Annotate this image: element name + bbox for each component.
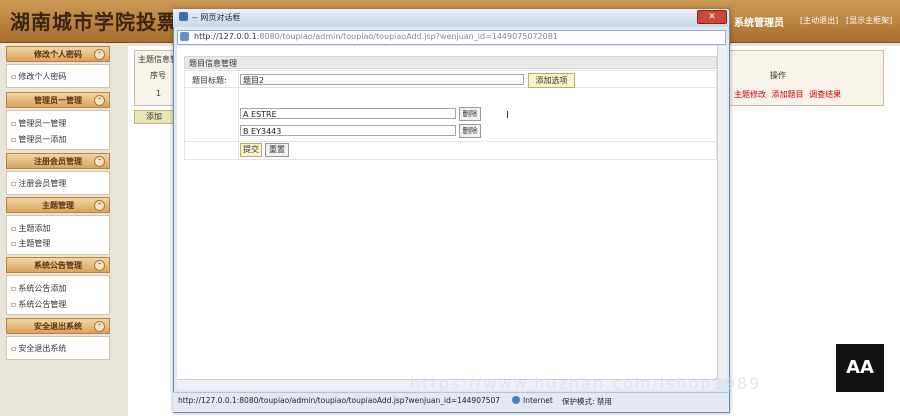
table-row-seq: 1 — [156, 89, 162, 98]
sidebar: 修改个人密码 ⌃ 修改个人密码 管理员一管理 ⌃ 管理员一管理 管理员一添加 注… — [6, 46, 110, 416]
sidebar-section-admin[interactable]: 管理员一管理 ⌃ — [6, 92, 110, 108]
chevron-up-icon[interactable]: ⌃ — [94, 49, 105, 60]
sidebar-section-title: 安全退出系统 — [34, 322, 82, 331]
sidebar-section-title: 主题管理 — [42, 201, 74, 210]
ie-page-icon — [179, 12, 188, 21]
option-input-a[interactable]: A ESTRE — [240, 108, 456, 119]
sidebar-section-body: 管理员一管理 管理员一添加 — [6, 110, 110, 150]
form-column-divider — [238, 70, 239, 160]
address-path: :8080/toupiao/admin/toupiao/toupiaoAdd.j… — [256, 32, 558, 41]
submit-button[interactable]: 提交 — [240, 143, 262, 157]
breadcrumb: 主题信息管 — [138, 55, 178, 64]
role-label: 系统管理员 — [734, 18, 784, 29]
add-question-link[interactable]: 添加题目 — [772, 90, 804, 99]
chevron-up-icon[interactable]: ⌃ — [94, 321, 105, 332]
logout-link[interactable]: [主动退出] — [800, 15, 838, 26]
question-title-label: 题目标题: — [192, 76, 227, 85]
sidebar-section-title: 修改个人密码 — [34, 50, 82, 59]
dialog-titlebar[interactable] — [173, 9, 728, 27]
sidebar-section-title: 管理员一管理 — [34, 96, 82, 105]
sidebar-section-members[interactable]: 注册会员管理 ⌃ — [6, 153, 110, 169]
sidebar-item-change-password[interactable]: 修改个人密码 — [11, 71, 66, 82]
page-icon — [180, 32, 189, 41]
site-title: 湖南城市学院投票系 — [10, 10, 199, 34]
dialog-title: -- 网页对话框 — [192, 13, 241, 22]
status-zone: Internet — [523, 396, 553, 405]
sidebar-item-safe-exit[interactable]: 安全退出系统 — [11, 343, 66, 354]
address-host: http://127.0.0.1 — [194, 32, 257, 41]
address-url: http://127.0.0.1:8080/toupiao/admin/toup… — [194, 32, 558, 41]
chevron-up-icon[interactable]: ⌃ — [94, 156, 105, 167]
sidebar-section-title: 注册会员管理 — [34, 157, 82, 166]
delete-option-b-button[interactable]: 删除 — [459, 124, 481, 138]
text-cursor-icon: I — [506, 110, 509, 121]
sidebar-section-body: 修改个人密码 — [6, 64, 110, 88]
sidebar-item-members-manage[interactable]: 注册会员管理 — [11, 178, 66, 189]
add-topic-button[interactable]: 添加 — [134, 110, 174, 124]
sidebar-item-admin-add[interactable]: 管理员一添加 — [11, 134, 66, 145]
sidebar-section-exit[interactable]: 安全退出系统 ⌃ — [6, 318, 110, 334]
chevron-up-icon[interactable]: ⌃ — [94, 260, 105, 271]
sidebar-section-body: 安全退出系统 — [6, 336, 110, 360]
sidebar-section-title: 系统公告管理 — [34, 261, 82, 270]
sidebar-section-body: 系统公告添加 系统公告管理 — [6, 275, 110, 315]
dialog-close-button[interactable]: ✕ — [697, 10, 727, 24]
chevron-up-icon[interactable]: ⌃ — [94, 95, 105, 106]
brand-logo: AA — [836, 344, 884, 392]
watermark-text: https://www.huzhan.com/ishop3989 — [410, 374, 762, 393]
form-row-divider — [184, 87, 717, 88]
vertical-scrollbar[interactable] — [717, 46, 727, 379]
chevron-up-icon[interactable]: ⌃ — [94, 200, 105, 211]
sidebar-item-notice-add[interactable]: 系统公告添加 — [11, 283, 66, 294]
column-header-ops: 操作 — [770, 71, 786, 80]
globe-icon — [512, 396, 520, 404]
sidebar-item-notice-manage[interactable]: 系统公告管理 — [11, 299, 66, 310]
question-title-input[interactable]: 题目2 — [240, 74, 524, 85]
form-header: 题目信息管理 — [184, 56, 717, 69]
sidebar-section-password[interactable]: 修改个人密码 ⌃ — [6, 46, 110, 62]
sidebar-item-admin-manage[interactable]: 管理员一管理 — [11, 118, 66, 129]
sidebar-item-topic-manage[interactable]: 主题管理 — [11, 238, 50, 249]
delete-option-a-button[interactable]: 删除 — [459, 107, 481, 121]
status-protected-mode: 保护模式: 禁用 — [562, 397, 612, 406]
sidebar-section-body: 注册会员管理 — [6, 171, 110, 195]
add-option-button[interactable]: 添加选项 — [528, 73, 575, 88]
reset-button[interactable]: 重置 — [265, 143, 289, 157]
sidebar-section-body: 主题添加 主题管理 — [6, 215, 110, 255]
show-main-frame-link[interactable]: [显示主框架] — [846, 15, 892, 26]
column-header-seq: 序号 — [150, 71, 166, 80]
edit-topic-link[interactable]: 主题修改 — [734, 90, 766, 99]
sidebar-section-topics[interactable]: 主题管理 ⌃ — [6, 197, 110, 213]
table-row-ops: 主题修改 添加题目 调查结果 — [734, 89, 844, 100]
sidebar-section-notices[interactable]: 系统公告管理 ⌃ — [6, 257, 110, 273]
sidebar-item-topic-add[interactable]: 主题添加 — [11, 223, 50, 234]
survey-results-link[interactable]: 调查结果 — [809, 90, 841, 99]
status-url: http://127.0.0.1:8080/toupiao/admin/toup… — [178, 396, 501, 405]
option-input-b[interactable]: B EY3443 — [240, 125, 456, 136]
form-row-divider — [184, 141, 717, 142]
